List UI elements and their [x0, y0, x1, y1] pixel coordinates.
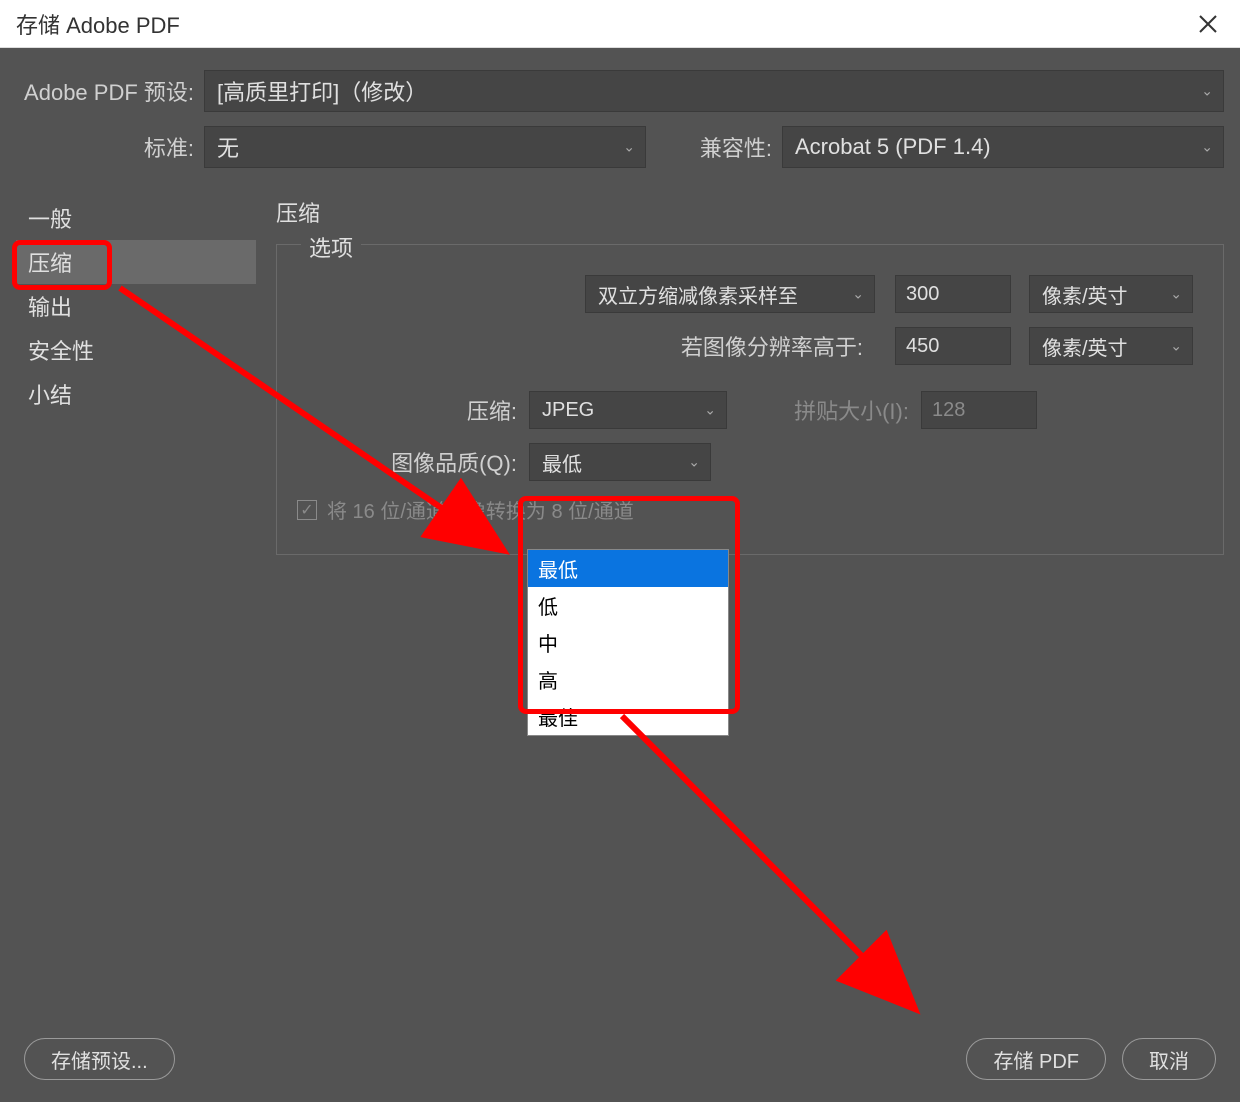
preset-select[interactable]: [高质里打印]（修改） ⌄	[204, 70, 1224, 112]
standard-label: 标准:	[16, 131, 204, 163]
compression-label: 压缩:	[297, 394, 529, 426]
quality-dropdown-list[interactable]: 最低 低 中 高 最佳	[527, 549, 729, 736]
chevron-down-icon: ⌄	[1170, 338, 1182, 355]
chevron-down-icon: ⌄	[704, 402, 716, 419]
standard-select[interactable]: 无 ⌄	[204, 126, 646, 168]
preset-value: [高质里打印]（修改）	[217, 75, 427, 107]
quality-select[interactable]: 最低 ⌄	[529, 443, 711, 481]
quality-label: 图像品质(Q):	[297, 446, 529, 478]
chevron-down-icon: ⌄	[623, 139, 635, 156]
compression-select[interactable]: JPEG ⌄	[529, 391, 727, 429]
footer: 存储预设... 存储 PDF 取消	[0, 1038, 1240, 1080]
titlebar: 存储 Adobe PDF	[0, 0, 1240, 48]
compat-value: Acrobat 5 (PDF 1.4)	[795, 134, 991, 160]
chevron-down-icon: ⌄	[1170, 286, 1182, 303]
downsampling-method-select[interactable]: 双立方缩减像素采样至 ⌄	[585, 275, 875, 313]
compat-select[interactable]: Acrobat 5 (PDF 1.4) ⌄	[782, 126, 1224, 168]
compression-value: JPEG	[542, 399, 594, 422]
quality-option-medium[interactable]: 中	[528, 624, 728, 661]
threshold-label: 若图像分辨率高于:	[585, 330, 875, 362]
threshold-unit-select[interactable]: 像素/英寸 ⌄	[1029, 327, 1193, 365]
sidebar-item-compression[interactable]: 压缩	[16, 240, 256, 284]
sidebar-item-output[interactable]: 输出	[16, 284, 256, 328]
quality-option-lowest[interactable]: 最低	[528, 550, 728, 587]
save-pdf-button[interactable]: 存储 PDF	[966, 1038, 1106, 1080]
quality-option-best[interactable]: 最佳	[528, 698, 728, 735]
cancel-button[interactable]: 取消	[1122, 1038, 1216, 1080]
downsampling-unit-value: 像素/英寸	[1042, 280, 1128, 309]
chevron-down-icon: ⌄	[688, 454, 700, 471]
save-preset-button[interactable]: 存储预设...	[24, 1038, 175, 1080]
lower-area: 一般 压缩 输出 安全性 小结 压缩 选项 双立方缩减像素采样至 ⌄ 像素/英寸	[0, 190, 1240, 555]
threshold-value-input[interactable]	[895, 327, 1011, 365]
sidebar-item-general[interactable]: 一般	[16, 196, 256, 240]
compat-label: 兼容性:	[672, 131, 782, 163]
quality-option-low[interactable]: 低	[528, 587, 728, 624]
dialog-title: 存储 Adobe PDF	[16, 8, 1192, 40]
quality-value: 最低	[542, 448, 582, 477]
dialog-body: Adobe PDF 预设: [高质里打印]（修改） ⌄ 标准: 无 ⌄ 兼容性:…	[0, 48, 1240, 1102]
standard-value: 无	[217, 131, 239, 163]
threshold-unit-value: 像素/英寸	[1042, 332, 1128, 361]
checkbox-icon[interactable]: ✓	[297, 500, 317, 520]
downsampling-unit-select[interactable]: 像素/英寸 ⌄	[1029, 275, 1193, 313]
tilesize-input	[921, 391, 1037, 429]
fieldset-legend: 选项	[301, 231, 361, 263]
sidebar: 一般 压缩 输出 安全性 小结	[16, 190, 256, 555]
quality-option-high[interactable]: 高	[528, 661, 728, 698]
downsampling-method-value: 双立方缩减像素采样至	[598, 280, 798, 309]
main-panel: 压缩 选项 双立方缩减像素采样至 ⌄ 像素/英寸 ⌄ 若图像分辨率高于	[256, 190, 1224, 555]
close-icon[interactable]	[1192, 8, 1224, 40]
section-title: 压缩	[276, 196, 1224, 228]
tilesize-label: 拼贴大小(I):	[727, 394, 921, 426]
chevron-down-icon: ⌄	[852, 286, 864, 303]
convert-checkbox-label: 将 16 位/通道图像转换为 8 位/通道	[327, 495, 634, 524]
downsampling-value-input[interactable]	[895, 275, 1011, 313]
options-fieldset: 选项 双立方缩减像素采样至 ⌄ 像素/英寸 ⌄ 若图像分辨率高于:	[276, 244, 1224, 555]
sidebar-item-security[interactable]: 安全性	[16, 328, 256, 372]
top-controls: Adobe PDF 预设: [高质里打印]（修改） ⌄ 标准: 无 ⌄ 兼容性:…	[0, 48, 1240, 190]
chevron-down-icon: ⌄	[1201, 139, 1213, 156]
chevron-down-icon: ⌄	[1201, 83, 1213, 100]
sidebar-item-summary[interactable]: 小结	[16, 372, 256, 416]
preset-label: Adobe PDF 预设:	[16, 75, 204, 107]
convert-checkbox-row[interactable]: ✓ 将 16 位/通道图像转换为 8 位/通道	[297, 495, 1203, 524]
